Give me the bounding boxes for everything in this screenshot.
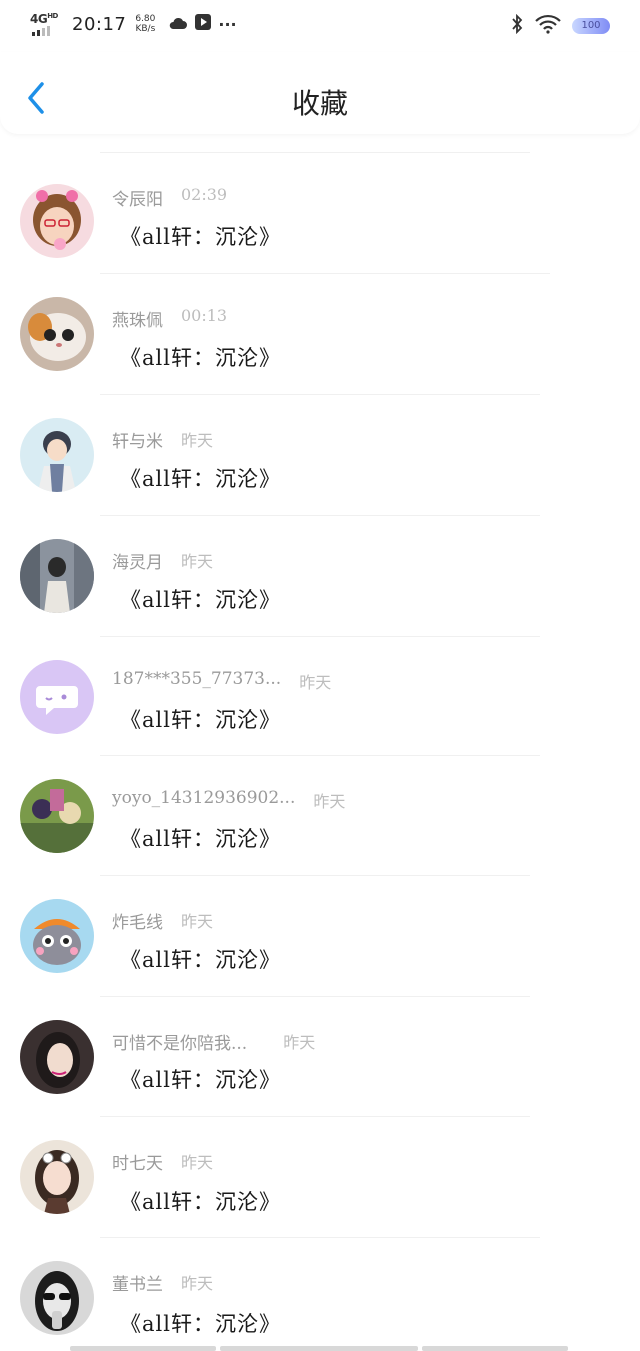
list-item[interactable]: 轩与米 昨天 《all轩：沉沦》 xyxy=(0,395,640,515)
avatar[interactable] xyxy=(20,899,94,973)
item-time: 昨天 xyxy=(313,792,346,811)
list-item[interactable]: 炸毛线 昨天 《all轩：沉沦》 xyxy=(0,876,640,996)
avatar[interactable] xyxy=(20,297,94,371)
list-item[interactable]: 燕珠佩 00:13 《all轩：沉沦》 xyxy=(0,274,640,394)
more-notifications-icon: ··· xyxy=(218,14,237,34)
list-item[interactable]: 187***355_77373... 昨天 《all轩：沉沦》 xyxy=(0,637,640,757)
avatar[interactable] xyxy=(20,539,94,613)
sender-name: 燕珠佩 xyxy=(112,311,163,331)
page-title: 收藏 xyxy=(291,87,348,120)
message-text: 《all轩：沉沦》 xyxy=(120,346,281,370)
item-time: 昨天 xyxy=(181,912,214,931)
sender-name: 炸毛线 xyxy=(112,913,163,933)
item-time: 昨天 xyxy=(283,1033,316,1052)
avatar[interactable] xyxy=(20,779,94,853)
item-time: 昨天 xyxy=(181,431,214,450)
bluetooth-icon xyxy=(510,13,524,38)
item-time: 昨天 xyxy=(181,1153,214,1172)
default-avatar-chat-icon xyxy=(20,660,94,734)
sender-name: 海灵月 xyxy=(112,553,163,573)
sender-name: 时七天 xyxy=(112,1154,163,1174)
nav-bar: 收藏 xyxy=(0,52,640,134)
item-time: 昨天 xyxy=(181,552,214,571)
message-text: 《all轩：沉沦》 xyxy=(120,225,281,249)
avatar[interactable] xyxy=(20,184,94,258)
message-text: 《all轩：沉沦》 xyxy=(120,827,281,851)
message-text: 《all轩：沉沦》 xyxy=(120,948,281,972)
battery-icon: 100 xyxy=(572,18,610,34)
sender-name: yoyo_14312936902... xyxy=(112,788,296,808)
list-item[interactable]: 时七天 昨天 《all轩：沉沦》 xyxy=(0,1117,640,1237)
message-text: 《all轩：沉沦》 xyxy=(120,588,281,612)
sender-name: 轩与米 xyxy=(112,432,163,452)
sender-name: 可惜不是你陪我... xyxy=(112,1034,248,1054)
message-text: 《all轩：沉沦》 xyxy=(120,467,281,491)
list-item[interactable]: yoyo_14312936902... 昨天 《all轩：沉沦》 xyxy=(0,756,640,876)
sender-name: 董书兰 xyxy=(112,1275,163,1295)
item-time: 昨天 xyxy=(181,1274,214,1293)
list-item[interactable]: 海灵月 昨天 《all轩：沉沦》 xyxy=(0,516,640,636)
sender-name: 187***355_77373... xyxy=(112,669,282,689)
message-text: 《all轩：沉沦》 xyxy=(120,1068,281,1092)
list-item[interactable]: 董书兰 昨天 《all轩：沉沦》 xyxy=(0,1238,640,1351)
clock: 20:17 xyxy=(72,13,127,35)
network-speed: 6.80 KB/s xyxy=(135,14,156,34)
avatar[interactable] xyxy=(20,1261,94,1335)
list-item[interactable]: 可惜不是你陪我... 昨天 《all轩：沉沦》 xyxy=(0,997,640,1117)
cloud-icon xyxy=(168,15,188,34)
item-time: 02:39 xyxy=(181,185,228,204)
avatar[interactable] xyxy=(20,1140,94,1214)
message-text: 《all轩：沉沦》 xyxy=(120,708,281,732)
message-text: 《all轩：沉沦》 xyxy=(120,1190,281,1214)
wifi-icon xyxy=(534,14,562,38)
item-time: 00:13 xyxy=(181,306,228,325)
scroll-indicator xyxy=(70,1346,570,1351)
cellular-signal-icon: 4GHD xyxy=(30,12,64,36)
sender-name: 令辰阳 xyxy=(112,190,163,210)
status-bar: 4GHD 20:17 6.80 KB/s ··· 100 xyxy=(0,0,640,52)
video-app-icon xyxy=(194,13,212,35)
avatar[interactable] xyxy=(20,1020,94,1094)
avatar[interactable] xyxy=(20,418,94,492)
list-item[interactable]: 令辰阳 02:39 《all轩：沉沦》 xyxy=(0,153,640,273)
item-time: 昨天 xyxy=(299,673,332,692)
avatar[interactable] xyxy=(20,660,94,734)
message-text: 《all轩：沉沦》 xyxy=(120,1312,281,1336)
